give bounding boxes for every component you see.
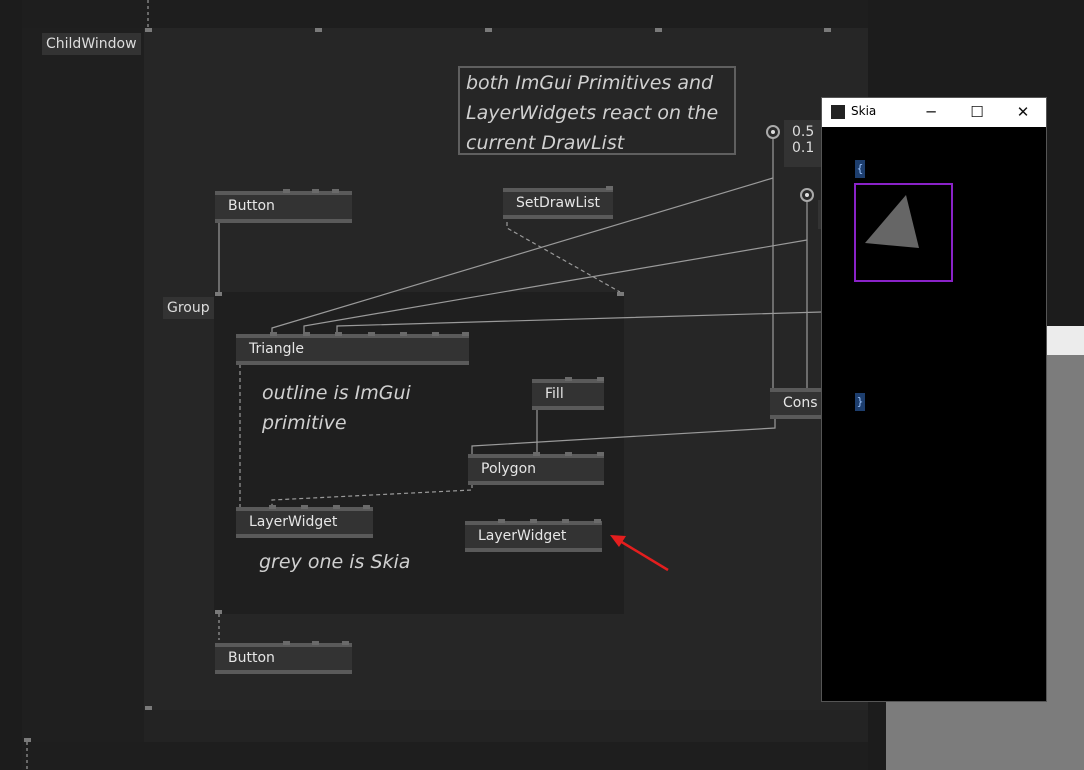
brace-open: { bbox=[855, 160, 865, 178]
node-fill[interactable]: Fill bbox=[532, 377, 604, 410]
node-setdrawlist[interactable]: SetDrawList bbox=[503, 186, 613, 219]
readout-value-1: 0.1 bbox=[784, 140, 824, 156]
vector-readout[interactable]: 0.5 0.1 bbox=[784, 120, 824, 167]
red-arrow-left bbox=[619, 539, 669, 572]
maximize-button[interactable]: ☐ bbox=[954, 98, 1000, 127]
node-cons-label: Cons bbox=[783, 395, 818, 411]
node-triangle-label: Triangle bbox=[249, 341, 304, 357]
skia-app-icon bbox=[831, 105, 845, 119]
skia-window[interactable]: Skia ─ ☐ ✕ { } bbox=[822, 98, 1046, 701]
node-polygon[interactable]: Polygon bbox=[468, 452, 604, 485]
node-button-bottom-label: Button bbox=[228, 650, 275, 666]
node-cons[interactable]: Cons bbox=[770, 388, 830, 419]
comment-drawlist-text: both ImGui Primitives and LayerWidgets r… bbox=[466, 72, 719, 154]
node-button-top[interactable]: Button bbox=[215, 189, 352, 223]
link-triangle-p3[interactable] bbox=[336, 311, 823, 334]
group-label[interactable]: Group bbox=[163, 297, 214, 319]
node-triangle[interactable]: Triangle bbox=[236, 332, 469, 365]
childwindow-label[interactable]: ChildWindow bbox=[42, 33, 141, 55]
iobox-pin-icon-2[interactable] bbox=[800, 188, 814, 202]
minimize-button[interactable]: ─ bbox=[908, 98, 954, 127]
skia-titlebar[interactable]: Skia ─ ☐ ✕ bbox=[822, 98, 1046, 127]
node-layerwidget-right-label: LayerWidget bbox=[478, 528, 567, 544]
node-layerwidget-right[interactable]: LayerWidget bbox=[465, 519, 602, 552]
node-button-bottom[interactable]: Button bbox=[215, 641, 352, 674]
skia-title: Skia bbox=[851, 104, 877, 118]
link-cons-polygon[interactable] bbox=[471, 418, 776, 454]
readout-value-0: 0.5 bbox=[784, 120, 824, 140]
comment-drawlist[interactable]: both ImGui Primitives and LayerWidgets r… bbox=[458, 66, 736, 155]
layer-widget-frame[interactable] bbox=[854, 183, 953, 282]
node-setdrawlist-label: SetDrawList bbox=[516, 195, 601, 211]
node-polygon-label: Polygon bbox=[481, 461, 537, 477]
skia-triangle bbox=[865, 195, 919, 248]
node-button-top-label: Button bbox=[228, 198, 275, 214]
comment-grey[interactable]: grey one is Skia bbox=[259, 547, 459, 577]
comment-outline[interactable]: outline is ImGui primitive bbox=[262, 378, 462, 438]
iobox-pin-icon[interactable] bbox=[766, 125, 780, 139]
close-button[interactable]: ✕ bbox=[1000, 98, 1046, 127]
node-layerwidget-left-label: LayerWidget bbox=[249, 514, 338, 530]
node-fill-label: Fill bbox=[545, 386, 564, 402]
brace-close: } bbox=[855, 393, 865, 411]
node-layerwidget-left[interactable]: LayerWidget bbox=[236, 505, 373, 538]
